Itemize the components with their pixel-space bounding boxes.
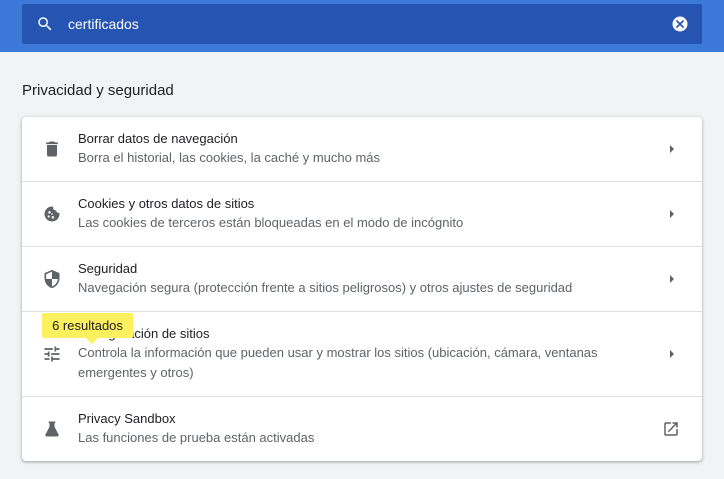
- row-subtitle: Las funciones de prueba están activadas: [78, 430, 315, 445]
- search-icon[interactable]: [36, 15, 54, 33]
- search-results-tooltip: 6 resultados: [42, 313, 133, 338]
- trash-icon: [46, 141, 58, 157]
- tooltip-arrow: [86, 338, 98, 344]
- row-subtitle: Navegación segura (protección frente a s…: [78, 280, 573, 295]
- row-title: Seguridad: [78, 261, 138, 276]
- chevron-right-icon: [670, 275, 674, 283]
- cookie-icon: [44, 206, 60, 222]
- privacy-settings-card: Borrar datos de navegación Borra el hist…: [22, 117, 702, 461]
- row-title: Borrar datos de navegación: [78, 131, 238, 146]
- tune-icon: [44, 346, 60, 362]
- row-subtitle: Controla la información que pueden usar …: [78, 345, 598, 380]
- chevron-right-icon: [670, 145, 674, 153]
- row-cookies[interactable]: Cookies y otros datos de sitios Las cook…: [22, 181, 702, 246]
- clear-search-icon[interactable]: [671, 15, 689, 33]
- search-input[interactable]: certificados: [68, 15, 139, 33]
- row-subtitle: Las cookies de terceros están bloqueadas…: [78, 215, 464, 230]
- search-box[interactable]: certificados: [22, 4, 702, 44]
- row-title: Privacy Sandbox: [78, 411, 176, 426]
- search-header: certificados: [0, 0, 724, 52]
- row-security[interactable]: Seguridad Navegación segura (protección …: [22, 246, 702, 311]
- flask-icon: [45, 421, 59, 437]
- row-subtitle: Borra el historial, las cookies, la cach…: [78, 150, 381, 165]
- chevron-right-icon: [670, 350, 674, 358]
- chevron-right-icon: [670, 210, 674, 218]
- row-privacy-sandbox[interactable]: Privacy Sandbox Las funciones de prueba …: [22, 396, 702, 462]
- section-title: Privacidad y seguridad: [22, 82, 174, 99]
- shield-icon: [44, 269, 60, 289]
- row-clear-browsing-data[interactable]: Borrar datos de navegación Borra el hist…: [22, 117, 702, 181]
- open-in-new-icon[interactable]: [662, 420, 680, 438]
- row-title: Cookies y otros datos de sitios: [78, 196, 255, 211]
